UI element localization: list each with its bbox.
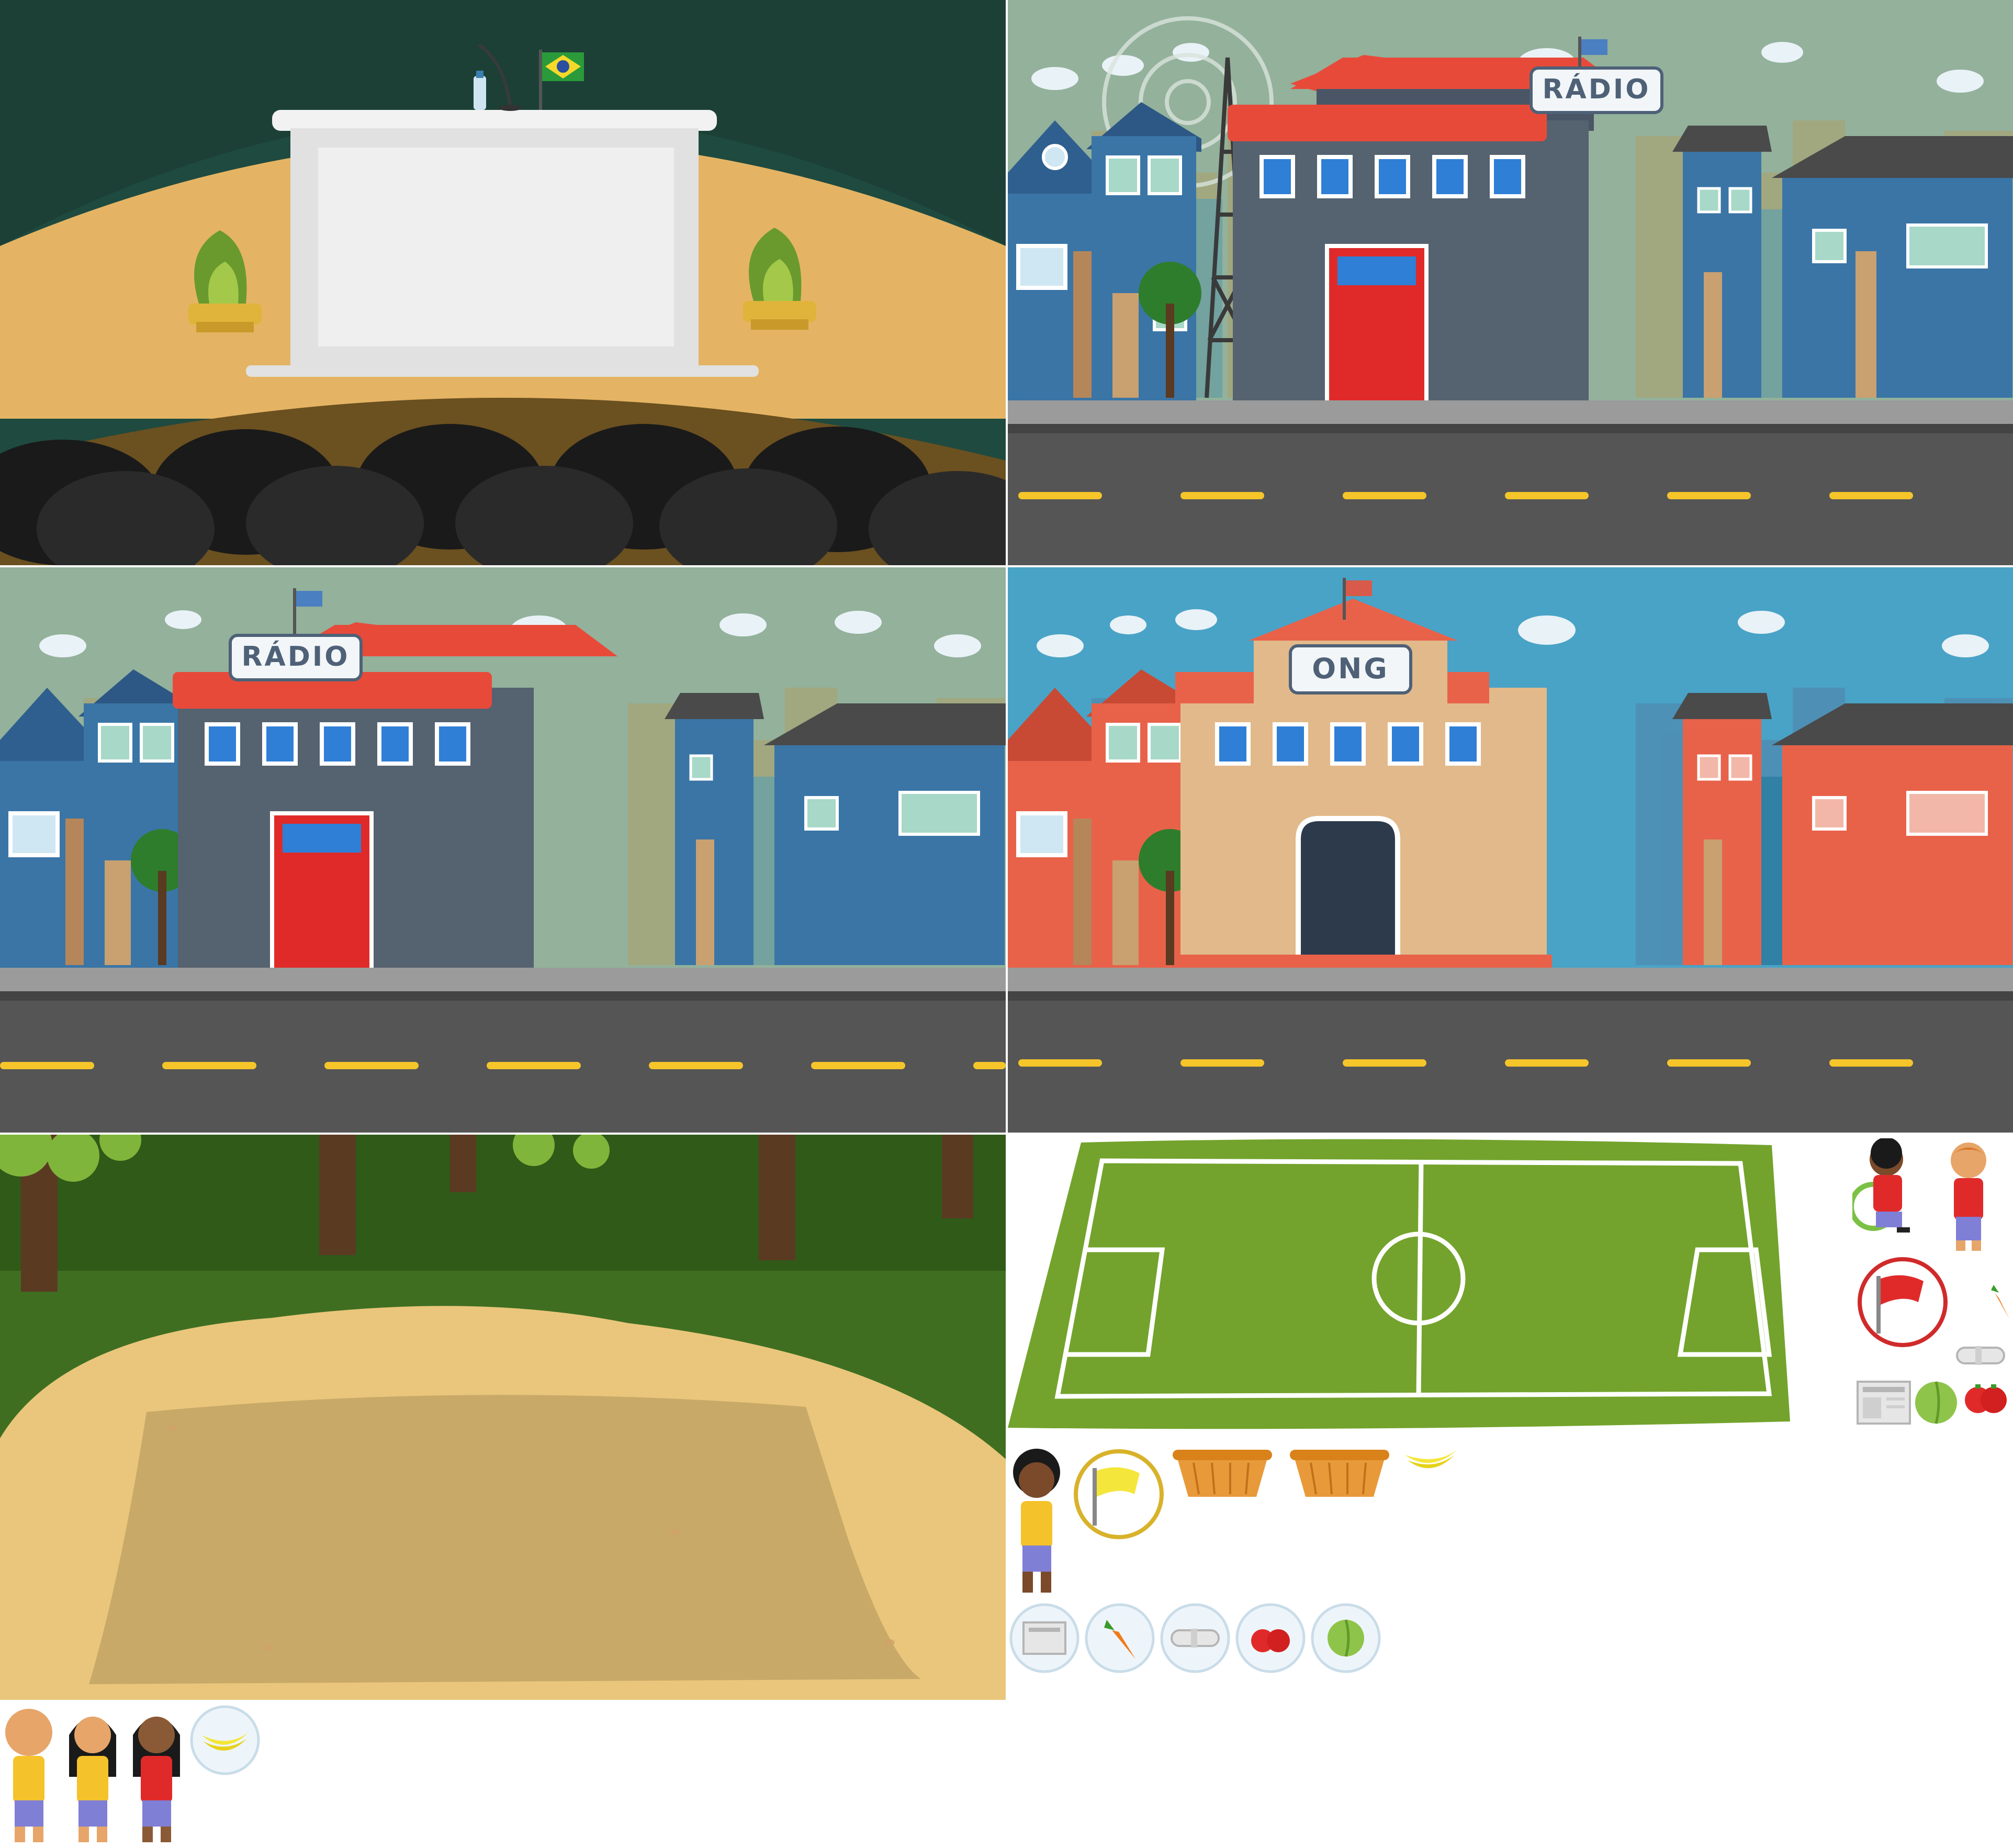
bald-boy-icon (5, 1709, 52, 1842)
boy-red-shirt-icon (1951, 1143, 1986, 1251)
newspaper-icon (1857, 1381, 1911, 1425)
cabbage-icon (1915, 1381, 1957, 1424)
carrot-icon (1085, 1603, 1155, 1673)
carrot-bubble (1083, 1601, 1156, 1675)
bananas-bubble (188, 1704, 262, 1777)
basket-icon (1290, 1450, 1389, 1497)
cabbage-bubble (1309, 1601, 1382, 1675)
braids-girl-sprite (128, 1704, 185, 1846)
newspaper-sprite (1852, 1376, 1915, 1429)
scene-radio-street: RÁDIO (0, 567, 1006, 1133)
radio-sign: RÁDIO (1542, 73, 1650, 105)
rolled-newspaper-bubble (1159, 1601, 1232, 1675)
bananas-sprite (1400, 1442, 1463, 1479)
carrot-sprite (1988, 1282, 2013, 1324)
basket-sprite (1170, 1444, 1275, 1502)
red-flag-icon (1858, 1257, 1948, 1347)
cabbage-icon (1311, 1603, 1381, 1673)
boy-wheelchair-sprite (1849, 1137, 1920, 1243)
scene-radio-street-broadcast: RÁDIO (1008, 0, 2013, 565)
bananas-icon (190, 1705, 260, 1775)
carrot-icon (1991, 1285, 2009, 1319)
yellow-flag-sprite (1072, 1447, 1166, 1541)
boy-wheelchair-icon (1849, 1137, 1910, 1233)
radio-sign: RÁDIO (241, 641, 350, 673)
basket-icon (1173, 1450, 1272, 1497)
rolled-newspaper-icon (1956, 1346, 2005, 1365)
scene-ong-street: ONG (1008, 567, 2013, 1133)
scene-soccer-field (1008, 1135, 1793, 1438)
tomatoes-icon (1965, 1384, 2007, 1413)
yellow-flag-icon (1074, 1449, 1164, 1539)
girl-yellow-shirt-sprite (1008, 1443, 1065, 1595)
rolled-newspaper-icon (1160, 1603, 1230, 1673)
tomatoes-icon (1235, 1603, 1306, 1673)
braids-girl-icon (133, 1717, 180, 1842)
long-hair-girl-sprite (64, 1704, 121, 1846)
scene-forest-clearing (0, 1135, 1006, 1700)
red-flag-sprite (1855, 1255, 1950, 1349)
newspaper-bubble (1008, 1601, 1081, 1675)
long-hair-girl-icon (69, 1717, 116, 1842)
ong-sign: ONG (1312, 652, 1389, 685)
basket-sprite-2 (1287, 1444, 1392, 1502)
rolled-newspaper-sprite (1952, 1340, 2009, 1371)
cabbage-sprite (1910, 1376, 1962, 1429)
boy-red-shirt-sprite (1942, 1138, 1995, 1253)
bananas-icon (1405, 1450, 1457, 1469)
girl-yellow-shirt-icon (1013, 1449, 1060, 1593)
scene-auditorium (0, 0, 1006, 565)
tomatoes-sprite (1960, 1376, 2012, 1418)
tomatoes-bubble (1234, 1601, 1307, 1675)
newspaper-icon (1009, 1603, 1079, 1673)
bald-boy-sprite (0, 1704, 58, 1846)
